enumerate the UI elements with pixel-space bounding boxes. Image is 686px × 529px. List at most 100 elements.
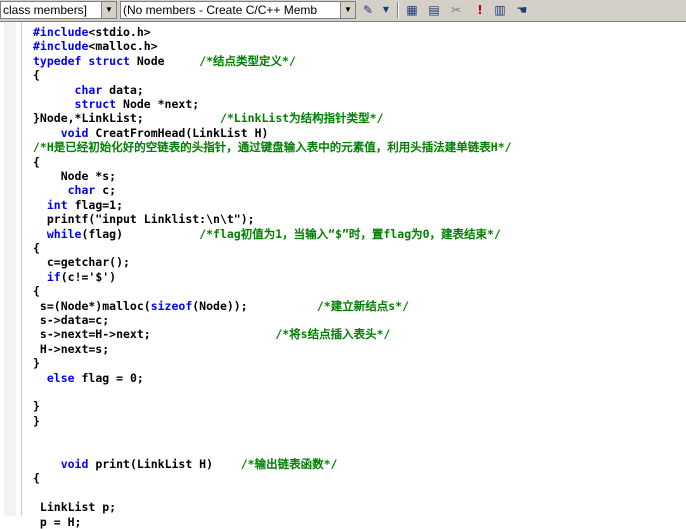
code-line[interactable]: { — [33, 241, 40, 255]
code-text: c=getchar(); — [33, 255, 130, 270]
code-comment: /*flag初值为1，当输入“$”时，置flag为0，建表结束*/ — [199, 226, 501, 241]
code-line[interactable]: printf("input Linklist:\n\t"); — [33, 212, 255, 226]
code-line[interactable]: char data; — [33, 83, 144, 97]
workspace-icon[interactable]: ▦ — [404, 2, 420, 18]
code-keyword: struct — [74, 97, 117, 111]
code-line[interactable]: s=(Node*)malloc(sizeof(Node)); /*建立新结点s*… — [33, 299, 409, 313]
stop-build-icon[interactable]: ✂ — [448, 2, 464, 18]
classwizard-icon[interactable]: ▤ — [426, 2, 442, 18]
code-keyword: char — [67, 183, 96, 198]
code-text: <malloc.h> — [88, 39, 158, 54]
members-combo-value: (No members - Create C/C++ Memb — [123, 3, 318, 17]
code-comment: /*输出链表函数*/ — [240, 457, 338, 471]
code-line[interactable]: { — [33, 471, 40, 485]
code-line[interactable]: H->next=s; — [33, 342, 109, 356]
code-line[interactable]: { — [33, 284, 40, 298]
code-keyword: typedef — [33, 53, 82, 68]
code-comment: /*LinkList为结构指针类型*/ — [219, 111, 384, 126]
code-line[interactable]: void CreatFromHead(LinkList H) — [33, 125, 269, 140]
wizard-icon[interactable]: ✎ — [360, 2, 376, 18]
code-line[interactable]: /*H是已经初始化好的空链表的头指针，通过键盘输入表中的元素值，利用头插法建单链… — [33, 140, 512, 154]
code-text: } — [33, 356, 40, 371]
code-text: { — [33, 471, 40, 486]
code-text: p = H; — [33, 514, 82, 529]
code-line[interactable]: #include<stdio.h> — [33, 25, 151, 39]
code-line[interactable]: while(flag) /*flag初值为1，当输入“$”时，置flag为0，建… — [33, 227, 501, 241]
code-text: } — [33, 413, 40, 428]
code-line[interactable]: Node *s; — [33, 169, 116, 183]
code-text: CreatFromHead(LinkList H) — [88, 125, 269, 140]
code-line[interactable]: p = H; — [33, 514, 82, 529]
code-text: { — [33, 284, 40, 299]
code-line[interactable]: char c; — [33, 183, 116, 197]
chevron-down-icon[interactable]: ▼ — [378, 2, 394, 18]
hand-icon[interactable]: ☚ — [514, 2, 530, 18]
code-line[interactable]: typedef struct Node /*结点类型定义*/ — [33, 54, 296, 68]
code-line[interactable]: c=getchar(); — [33, 255, 130, 269]
code-keyword: void — [60, 125, 89, 140]
code-keyword: void — [60, 457, 89, 471]
code-keyword: int — [46, 197, 68, 212]
report-icon[interactable]: ▥ — [492, 2, 508, 18]
code-text: printf("input Linklist:\n\t"); — [33, 212, 255, 227]
chevron-down-icon[interactable]: ▼ — [340, 2, 355, 18]
code-text: } — [33, 399, 40, 414]
code-line[interactable]: s->data=c; — [33, 313, 109, 327]
code-line[interactable]: else flag = 0; — [33, 371, 144, 385]
code-line[interactable]: { — [33, 155, 40, 169]
members-combo[interactable]: (No members - Create C/C++ Memb ▼ — [120, 1, 356, 19]
code-line[interactable]: } — [33, 356, 40, 370]
code-text: s->next=H->next; — [33, 327, 276, 342]
code-line[interactable]: void print(LinkList H) /*输出链表函数*/ — [33, 457, 338, 471]
code-text: { — [33, 68, 40, 83]
code-text: }Node,*LinkList; — [33, 111, 220, 126]
code-text: (c!='$') — [60, 269, 117, 284]
class-combo[interactable]: class members] ▼ — [0, 1, 117, 19]
code-text: Node — [129, 53, 200, 68]
code-keyword: while — [46, 226, 82, 241]
code-keyword: char — [74, 82, 103, 97]
code-text: data; — [102, 82, 144, 97]
code-text: Node *s; — [33, 169, 117, 183]
code-text: c; — [95, 183, 117, 198]
code-text: { — [33, 154, 40, 169]
code-line[interactable]: }Node,*LinkList; /*LinkList为结构指针类型*/ — [33, 111, 384, 125]
code-comment: /*H是已经初始化好的空链表的头指针，通过键盘输入表中的元素值，利用头插法建单链… — [33, 140, 512, 155]
code-text: (Node)); — [192, 298, 317, 313]
toolbar-separator — [397, 2, 399, 18]
code-line[interactable]: if(c!='$') — [33, 270, 116, 284]
code-text: Node *next; — [116, 97, 200, 111]
code-keyword: sizeof — [150, 298, 193, 313]
code-comment: /*建立新结点s*/ — [316, 298, 409, 313]
code-keyword: struct — [88, 53, 130, 68]
code-text: LinkList p; — [33, 500, 117, 515]
code-line[interactable]: int flag=1; — [33, 198, 123, 212]
code-text: flag = 0; — [74, 370, 144, 385]
code-comment: /*将s结点插入表头*/ — [275, 327, 391, 342]
code-text: print(LinkList H) — [88, 457, 241, 471]
class-combo-value: class members] — [3, 3, 88, 17]
code-line[interactable]: } — [33, 414, 40, 428]
code-editor[interactable]: #include<stdio.h> #include<malloc.h> typed… — [0, 22, 686, 529]
code-line[interactable]: { — [33, 68, 40, 82]
code-text: <stdio.h> — [88, 25, 151, 39]
code-text: (flag) — [81, 226, 200, 241]
exclamation-icon[interactable]: ! — [472, 2, 488, 18]
code-line[interactable]: struct Node *next; — [33, 97, 200, 111]
code-text: flag=1; — [67, 197, 124, 212]
code-line[interactable]: s->next=H->next; /*将s结点插入表头*/ — [33, 327, 391, 342]
code-line[interactable]: } — [33, 399, 40, 413]
code-line[interactable]: #include<malloc.h> — [33, 39, 158, 53]
code-keyword: #include — [33, 25, 89, 39]
code-line[interactable]: LinkList p; — [33, 500, 116, 514]
chevron-down-icon[interactable]: ▼ — [101, 2, 116, 18]
code-text: H->next=s; — [33, 341, 110, 356]
